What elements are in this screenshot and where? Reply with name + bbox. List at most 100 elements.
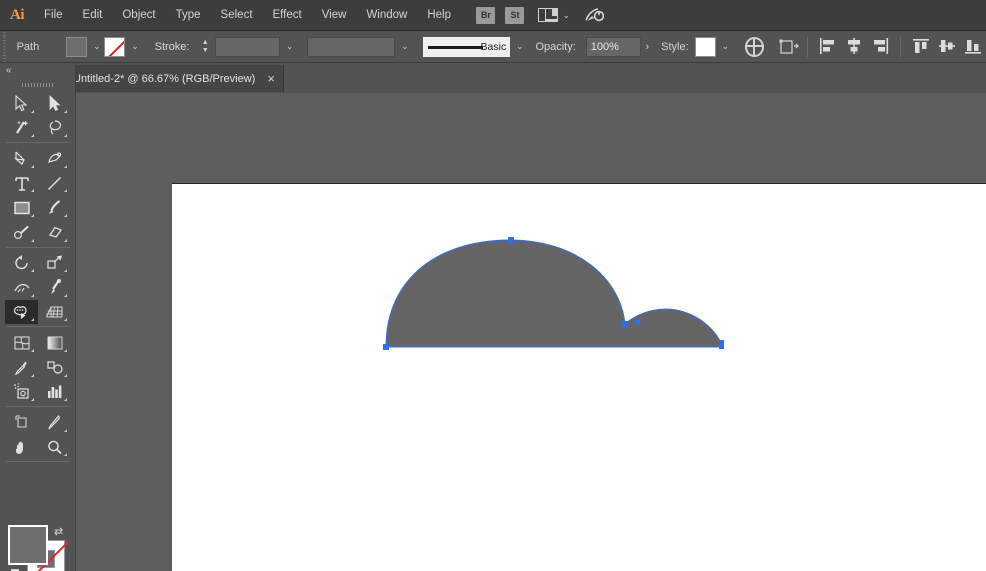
align-vertical-center-button[interactable]	[937, 37, 957, 57]
fill-stroke-widget: ⇄	[8, 525, 70, 571]
swap-fill-stroke-icon[interactable]: ⇄	[54, 525, 63, 538]
align-bottom-button[interactable]	[963, 37, 983, 57]
selection-type-label: Path	[16, 40, 40, 53]
column-graph-tool[interactable]	[38, 380, 71, 405]
menu-bar: Ai File Edit Object Type Select Effect V…	[0, 0, 986, 31]
tool-divider-5	[5, 459, 71, 465]
workspace-switcher-icon[interactable]	[584, 7, 604, 24]
slice-tool[interactable]	[38, 410, 71, 435]
anchor-point-bottom-left[interactable]	[383, 344, 389, 350]
tools-panel-drag-handle[interactable]	[22, 83, 54, 87]
stock-icon[interactable]: St	[505, 6, 525, 24]
pen-tool[interactable]	[5, 146, 38, 171]
style-label: Style:	[661, 40, 689, 53]
fill-swatch-chevron-down-icon[interactable]: ⌄	[89, 37, 104, 57]
hand-tool[interactable]	[5, 435, 38, 460]
brush-preview-icon	[427, 45, 483, 49]
bridge-icon[interactable]: Br	[476, 6, 496, 24]
menu-type[interactable]: Type	[166, 0, 211, 31]
eraser-tool[interactable]	[38, 220, 71, 245]
document-tab-title: Untitled-2* @ 66.67% (RGB/Preview)	[73, 72, 256, 85]
stroke-profile-chevron-down-icon[interactable]: ⌄	[397, 37, 412, 57]
anchor-point-bottom-right[interactable]	[719, 340, 724, 349]
menu-file[interactable]: File	[34, 0, 73, 31]
chevron-down-icon: ⌄	[562, 9, 570, 20]
document-tab[interactable]: Untitled-2* @ 66.67% (RGB/Preview) ×	[61, 65, 284, 92]
tools-panel-header: «	[0, 63, 76, 87]
lasso-tool[interactable]	[38, 116, 71, 141]
graphic-style-swatch[interactable]	[694, 36, 716, 57]
magic-wand-tool[interactable]	[5, 116, 38, 141]
stroke-profile-input[interactable]	[307, 36, 396, 57]
align-top-button[interactable]	[911, 37, 931, 57]
menu-object[interactable]: Object	[112, 0, 165, 31]
menu-bar-right-group: Br St ⌄	[471, 0, 986, 31]
arrange-documents-icon[interactable]: ⌄	[538, 8, 570, 22]
menu-select[interactable]: Select	[211, 0, 263, 31]
anchor-point-mid2[interactable]	[635, 320, 640, 325]
cloud-path[interactable]	[386, 240, 722, 347]
illustrator-window: Ai File Edit Object Type Select Effect V…	[0, 0, 986, 571]
opacity-input[interactable]: 100%	[585, 36, 642, 57]
direct-selection-tool[interactable]	[38, 91, 71, 116]
canvas-area[interactable]	[76, 93, 986, 571]
width-tool[interactable]	[5, 275, 38, 300]
gradient-tool[interactable]	[38, 330, 71, 355]
stroke-swatch-chevron-down-icon[interactable]: ⌄	[127, 37, 142, 57]
brush-definition-label: Basic	[480, 40, 507, 53]
control-divider-2	[900, 36, 902, 57]
paintbrush-tool[interactable]	[38, 195, 71, 220]
stroke-weight-label: Stroke:	[154, 40, 190, 53]
artboard[interactable]	[172, 183, 986, 571]
close-icon[interactable]: ×	[267, 72, 275, 85]
fill-swatch[interactable]	[66, 36, 88, 57]
mesh-tool[interactable]	[5, 330, 38, 355]
opacity-expand-icon[interactable]: ›	[645, 41, 649, 53]
free-transform-tool[interactable]	[38, 275, 71, 300]
menu-help[interactable]: Help	[417, 0, 461, 31]
stroke-swatch[interactable]	[104, 36, 126, 57]
menu-view[interactable]: View	[312, 0, 357, 31]
type-tool[interactable]	[5, 171, 38, 196]
align-right-button[interactable]	[870, 37, 890, 57]
brush-definition-select[interactable]: Basic	[422, 36, 511, 57]
stroke-weight-stepper[interactable]: ▲ ▼	[199, 37, 210, 57]
opacity-label: Opacity:	[535, 40, 576, 53]
document-tab-bar: Untitled-2* @ 66.67% (RGB/Preview) ×	[0, 63, 986, 93]
stroke-weight-input[interactable]	[214, 36, 281, 57]
style-chevron-down-icon[interactable]: ⌄	[718, 37, 733, 57]
arrange-grid-glyph	[538, 8, 559, 22]
stroke-weight-chevron-down-icon[interactable]: ⌄	[282, 37, 297, 57]
artboard-tool[interactable]	[5, 410, 38, 435]
menu-effect[interactable]: Effect	[263, 0, 312, 31]
rectangle-tool[interactable]	[5, 195, 38, 220]
curvature-tool[interactable]	[38, 146, 71, 171]
app-logo-icon: Ai	[10, 6, 25, 23]
control-bar: Path ⌄ ⌄ Stroke: ▲ ▼ ⌄ ⌄ Basic ⌄ Opacity:…	[0, 30, 986, 63]
control-bar-grip[interactable]	[0, 30, 9, 63]
fill-color-swatch[interactable]	[8, 525, 48, 565]
brush-definition-chevron-down-icon[interactable]: ⌄	[512, 37, 527, 57]
tools-panel: « ⇄	[0, 63, 76, 571]
menu-edit[interactable]: Edit	[73, 0, 113, 31]
menu-window[interactable]: Window	[356, 0, 417, 31]
zoom-tool[interactable]	[38, 435, 71, 460]
blend-tool[interactable]	[38, 355, 71, 380]
align-horizontal-center-button[interactable]	[844, 37, 864, 57]
selection-tool[interactable]	[5, 91, 38, 116]
transform-icon[interactable]	[778, 37, 800, 57]
perspective-grid-tool[interactable]	[38, 300, 71, 325]
symbol-sprayer-tool[interactable]	[5, 380, 38, 405]
line-segment-tool[interactable]	[38, 171, 71, 196]
anchor-point-mid[interactable]	[622, 321, 628, 327]
align-left-button[interactable]	[818, 37, 838, 57]
scale-tool[interactable]	[38, 251, 71, 276]
recolor-artwork-icon[interactable]	[744, 36, 765, 57]
rotate-tool[interactable]	[5, 251, 38, 276]
shape-builder-tool[interactable]	[5, 299, 38, 325]
eyedropper-tool[interactable]	[5, 355, 38, 380]
anchor-point-top[interactable]	[508, 237, 514, 243]
control-divider	[807, 36, 809, 57]
pencil-tool[interactable]	[5, 220, 38, 245]
collapse-panel-icon[interactable]: «	[6, 65, 12, 76]
